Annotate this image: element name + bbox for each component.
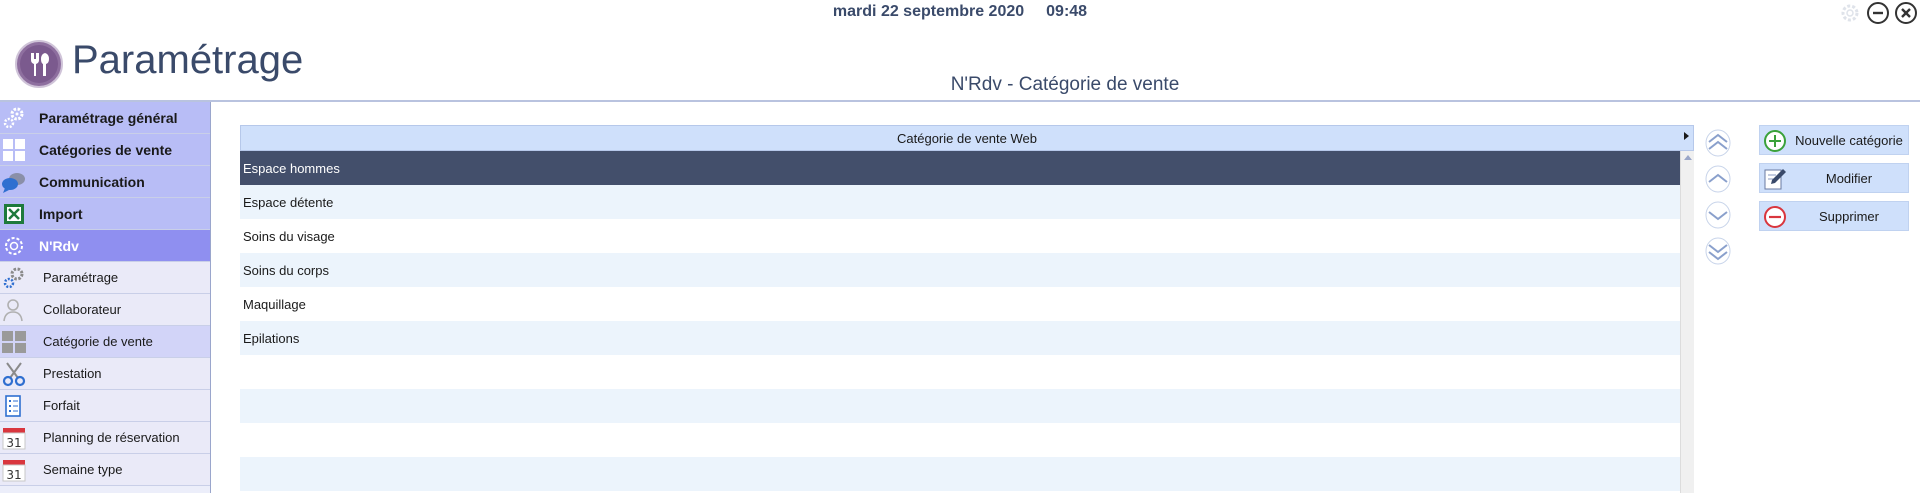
sidebar-item-planning-de-reservation[interactable]: 31 Planning de réservation xyxy=(0,422,210,454)
grid-icon xyxy=(1,329,27,355)
sidebar-item-nrdv[interactable]: N'Rdv xyxy=(0,230,210,262)
new-category-button[interactable]: Nouvelle catégorie xyxy=(1759,125,1909,155)
page-title: N'Rdv - Catégorie de vente xyxy=(950,74,1180,95)
svg-text:31: 31 xyxy=(6,436,21,450)
sidebar-item-communication[interactable]: Communication xyxy=(0,166,210,198)
move-up-button[interactable] xyxy=(1702,163,1734,195)
sidebar-item-categories-de-vente[interactable]: Catégories de vente xyxy=(0,134,210,166)
sidebar-item-forfait[interactable]: Forfait xyxy=(0,390,210,422)
table-row[interactable] xyxy=(240,457,1680,491)
sidebar-item-label: Prestation xyxy=(43,366,102,381)
sidebar-item-categorie-de-vente[interactable]: Catégorie de vente xyxy=(0,326,210,358)
move-top-icon xyxy=(1705,129,1731,157)
sidebar-item-label: Paramétrage xyxy=(43,270,119,285)
current-time: 09:48 xyxy=(1046,3,1088,20)
scroll-up-arrow-icon[interactable] xyxy=(1684,155,1692,160)
move-top-button[interactable] xyxy=(1702,127,1734,159)
header-divider xyxy=(0,100,1920,102)
move-down-button[interactable] xyxy=(1702,199,1734,231)
sidebar-item-label: Planning de réservation xyxy=(43,430,180,445)
move-down-icon xyxy=(1705,201,1731,229)
svg-text:31: 31 xyxy=(6,468,21,482)
delete-button[interactable]: Supprimer xyxy=(1759,201,1909,231)
edit-pencil-icon xyxy=(1763,167,1787,191)
sidebar-item-label: N'Rdv xyxy=(39,237,79,254)
move-bottom-icon xyxy=(1705,237,1731,265)
remove-circle-icon xyxy=(1763,205,1787,229)
add-circle-icon xyxy=(1763,129,1787,153)
table-row[interactable]: Epilations xyxy=(240,321,1680,355)
gears-icon xyxy=(1,105,27,131)
sidebar: Paramétrage général Catégories de vente … xyxy=(0,102,211,493)
datetime-bar: mardi 22 septembre 2020 09:48 xyxy=(0,3,1920,21)
app-window: mardi 22 septembre 2020 09:48 Paramétrage… xyxy=(0,0,1920,493)
sidebar-item-label: Import xyxy=(39,205,83,222)
sidebar-item-parametrage-general[interactable]: Paramétrage général xyxy=(0,102,210,134)
category-grid: Catégorie de vente Web Espace hommes Esp… xyxy=(240,125,1694,493)
new-category-label: Nouvelle catégorie xyxy=(1795,132,1903,148)
table-row[interactable]: Maquillage xyxy=(240,287,1680,321)
sidebar-item-label: Semaine type xyxy=(43,462,123,477)
window-controls xyxy=(1838,0,1920,26)
sidebar-item-label: Forfait xyxy=(43,398,80,413)
sidebar-item-collaborateur[interactable]: Collaborateur xyxy=(0,294,210,326)
sidebar-item-label: Communication xyxy=(39,173,145,190)
grid-scrollbar[interactable] xyxy=(1680,151,1694,493)
move-bottom-button[interactable] xyxy=(1702,235,1734,267)
close-icon[interactable] xyxy=(1894,1,1918,25)
grid-body: Espace hommes Espace détente Soins du vi… xyxy=(240,151,1680,491)
person-icon xyxy=(1,297,27,323)
table-row[interactable] xyxy=(240,355,1680,389)
sidebar-item-prestation[interactable]: Prestation xyxy=(0,358,210,390)
sidebar-item-semaine-type[interactable]: 31 Semaine type xyxy=(0,454,210,486)
edit-label: Modifier xyxy=(1825,170,1873,186)
grid-icon xyxy=(1,137,27,163)
scissors-icon xyxy=(1,361,27,387)
current-date: mardi 22 septembre 2020 xyxy=(832,3,1025,20)
sidebar-item-label: Paramétrage général xyxy=(39,109,178,126)
sidebar-item-label: Collaborateur xyxy=(43,302,122,317)
table-row[interactable]: Espace détente xyxy=(240,185,1680,219)
table-row[interactable] xyxy=(240,389,1680,423)
excel-icon xyxy=(1,201,27,227)
sidebar-item-import[interactable]: Import xyxy=(0,198,210,230)
checklist-icon xyxy=(1,393,27,419)
settings-gear-icon[interactable] xyxy=(1838,1,1862,25)
edit-button[interactable]: Modifier xyxy=(1759,163,1909,193)
sidebar-item-parametrage[interactable]: Paramétrage xyxy=(0,262,210,294)
delete-label: Supprimer xyxy=(1819,208,1879,224)
column-header-categorie-web[interactable]: Catégorie de vente Web xyxy=(240,125,1694,151)
table-row[interactable]: Soins du corps xyxy=(240,253,1680,287)
table-row[interactable] xyxy=(240,423,1680,457)
column-header-label: Catégorie de vente Web xyxy=(897,130,1037,146)
minimize-icon[interactable] xyxy=(1866,1,1890,25)
sidebar-item-label: Catégories de vente xyxy=(39,141,173,158)
column-menu-arrow-icon[interactable] xyxy=(1684,132,1689,140)
calendar-icon: 31 xyxy=(1,457,27,483)
calendar-icon: 31 xyxy=(1,425,27,451)
move-up-icon xyxy=(1705,165,1731,193)
gears-icon xyxy=(1,265,27,291)
table-row[interactable]: Soins du visage xyxy=(240,219,1680,253)
chat-bubbles-icon xyxy=(1,169,27,195)
sidebar-item-label: Catégorie de vente xyxy=(43,334,153,349)
table-row[interactable]: Espace hommes xyxy=(240,151,1680,185)
gear-outline-icon xyxy=(1,233,27,259)
